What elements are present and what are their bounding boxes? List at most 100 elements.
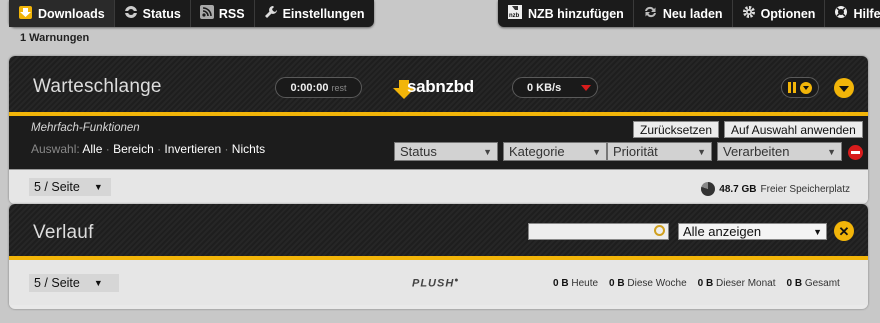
- clear-history-icon[interactable]: ✕: [834, 221, 854, 241]
- history-title: Verlauf: [33, 222, 94, 243]
- collapse-queue-icon[interactable]: [834, 78, 854, 98]
- reset-button[interactable]: Zurücksetzen: [633, 121, 720, 138]
- action-nav: nzb NZB hinzufügen Neu laden Optionen Hi…: [498, 0, 880, 27]
- gear-icon: [742, 5, 756, 22]
- select-none[interactable]: Nichts: [232, 142, 265, 156]
- stat-month-label: Dieser Monat: [716, 278, 776, 289]
- queue-panel: Warteschlange 0:00:00 rest sabnzbd 0 KB/…: [9, 56, 868, 204]
- logo-text: sabnzbd: [407, 77, 474, 96]
- nav-reload-label: Neu laden: [662, 6, 723, 21]
- free-space-value: 48.7 GB: [719, 183, 757, 195]
- chevron-down-icon: ▼: [592, 146, 601, 157]
- free-space-label: Freier Speicherplatz: [760, 183, 850, 195]
- chevron-down-icon: ▼: [483, 146, 492, 157]
- queue-header: Warteschlange 0:00:00 rest sabnzbd 0 KB/…: [9, 56, 868, 116]
- multi-functions-title: Mehrfach-Funktionen: [31, 122, 140, 134]
- processing-select-value: Verarbeiten: [723, 144, 790, 159]
- history-stats: 0 B Heute 0 B Diese Woche 0 B Dieser Mon…: [553, 278, 840, 289]
- stat-today: 0 B Heute: [553, 278, 598, 289]
- nav-status-label: Status: [142, 6, 181, 21]
- chevron-down-icon: ▼: [697, 146, 706, 157]
- nav-status[interactable]: Status: [115, 0, 191, 27]
- stat-total-label: Gesamt: [804, 278, 840, 289]
- speed-dropdown-icon: [581, 85, 591, 91]
- wrench-icon: [264, 5, 278, 22]
- nav-reload[interactable]: Neu laden: [634, 0, 733, 27]
- remove-selected-icon[interactable]: [848, 145, 863, 160]
- history-search-input[interactable]: [528, 223, 669, 240]
- history-per-page-select[interactable]: 5 / Seite ▼: [29, 274, 119, 292]
- free-space-info: 48.7 GB Freier Speicherplatz: [701, 182, 850, 196]
- status-select[interactable]: Status ▼: [394, 142, 498, 161]
- stat-month-value: 0 B: [697, 278, 714, 289]
- priority-select[interactable]: Priorität ▼: [607, 142, 712, 161]
- select-invert[interactable]: Invertieren: [164, 142, 221, 156]
- speed-limit-display[interactable]: 0 KB/s: [512, 77, 598, 98]
- nav-options[interactable]: Optionen: [733, 0, 826, 27]
- history-filter-select[interactable]: Alle anzeigen ▼: [678, 223, 827, 240]
- chevron-down-icon: ▼: [93, 182, 103, 192]
- status-select-value: Status: [400, 144, 437, 159]
- stat-today-value: 0 B: [553, 278, 569, 289]
- nav-downloads[interactable]: Downloads: [9, 0, 115, 27]
- history-footer: 5 / Seite ▼ PLUSH● 0 B Heute 0 B Diese W…: [9, 260, 868, 305]
- nav-add-nzb[interactable]: nzb NZB hinzufügen: [498, 0, 634, 27]
- category-select[interactable]: Kategorie ▼: [503, 142, 607, 161]
- nav-settings-label: Einstellungen: [282, 6, 365, 21]
- warnings-link[interactable]: 1 Warnungen: [20, 32, 89, 44]
- stat-total: 0 B Gesamt: [786, 278, 839, 289]
- category-select-value: Kategorie: [509, 144, 565, 159]
- time-left-display: 0:00:00 rest: [275, 77, 362, 98]
- pause-icon: [788, 82, 796, 93]
- nav-rss-label: RSS: [218, 6, 245, 21]
- history-header: Verlauf Alle anzeigen ▼ ✕: [9, 204, 868, 260]
- download-arrow-icon: [18, 5, 33, 23]
- stat-total-value: 0 B: [786, 278, 803, 289]
- queue-per-page-value: 5 / Seite: [34, 180, 80, 194]
- history-panel: Verlauf Alle anzeigen ▼ ✕ 5 / Seite ▼ PL…: [9, 204, 868, 309]
- select-range[interactable]: Bereich: [113, 142, 154, 156]
- status-icon: [124, 5, 138, 22]
- stat-week-label: Diese Woche: [627, 278, 687, 289]
- stat-month: 0 B Dieser Monat: [698, 278, 776, 289]
- apply-selection-button[interactable]: Auf Auswahl anwenden: [724, 121, 863, 138]
- svg-text:nzb: nzb: [509, 13, 520, 19]
- select-label: Auswahl:: [31, 142, 80, 156]
- stat-week: 0 B Diese Woche: [609, 278, 687, 289]
- chevron-down-icon: ▼: [827, 146, 836, 157]
- history-filter-value: Alle anzeigen: [683, 224, 762, 239]
- stat-week-value: 0 B: [609, 278, 625, 289]
- multi-functions-bar: Mehrfach-Funktionen Auswahl: Alle · Bere…: [9, 116, 868, 170]
- reload-icon: [643, 5, 658, 22]
- chevron-down-icon: ▼: [813, 226, 822, 237]
- queue-title: Warteschlange: [33, 76, 162, 97]
- chevron-down-icon: ▼: [93, 278, 103, 288]
- processing-select[interactable]: Verarbeiten ▼: [717, 142, 842, 161]
- lifebuoy-icon: [834, 5, 848, 22]
- nav-settings[interactable]: Einstellungen: [255, 0, 374, 27]
- search-icon: [654, 225, 665, 236]
- queue-footer: 5 / Seite ▼ 48.7 GB Freier Speicherplatz: [9, 170, 868, 204]
- nav-rss[interactable]: RSS: [191, 0, 255, 27]
- queue-per-page-select[interactable]: 5 / Seite ▼: [29, 178, 111, 196]
- main-nav: Downloads Status RSS Einstellungen: [9, 0, 374, 27]
- sabnzbd-logo: sabnzbd: [393, 74, 478, 102]
- selection-row: Auswahl: Alle · Bereich · Invertieren · …: [31, 142, 266, 156]
- nzb-icon: nzb: [507, 4, 523, 23]
- speed-value: 0 KB/s: [527, 81, 562, 94]
- nav-add-nzb-label: NZB hinzufügen: [528, 6, 624, 21]
- plush-logo-text: PLUSH: [412, 277, 455, 290]
- time-left-suffix: rest: [331, 82, 347, 93]
- pause-dropdown-icon: [800, 81, 812, 94]
- nav-help[interactable]: Hilfe: [825, 0, 880, 27]
- pause-control[interactable]: [781, 77, 819, 98]
- nav-options-label: Optionen: [760, 6, 816, 21]
- plush-logo: PLUSH●: [412, 277, 460, 290]
- stat-today-label: Heute: [571, 278, 599, 289]
- disk-pie-icon: [701, 182, 716, 196]
- nav-downloads-label: Downloads: [38, 6, 105, 21]
- nav-help-label: Hilfe: [853, 6, 880, 21]
- select-all[interactable]: Alle: [82, 142, 102, 156]
- priority-select-value: Priorität: [613, 144, 658, 159]
- rss-icon: [199, 5, 214, 22]
